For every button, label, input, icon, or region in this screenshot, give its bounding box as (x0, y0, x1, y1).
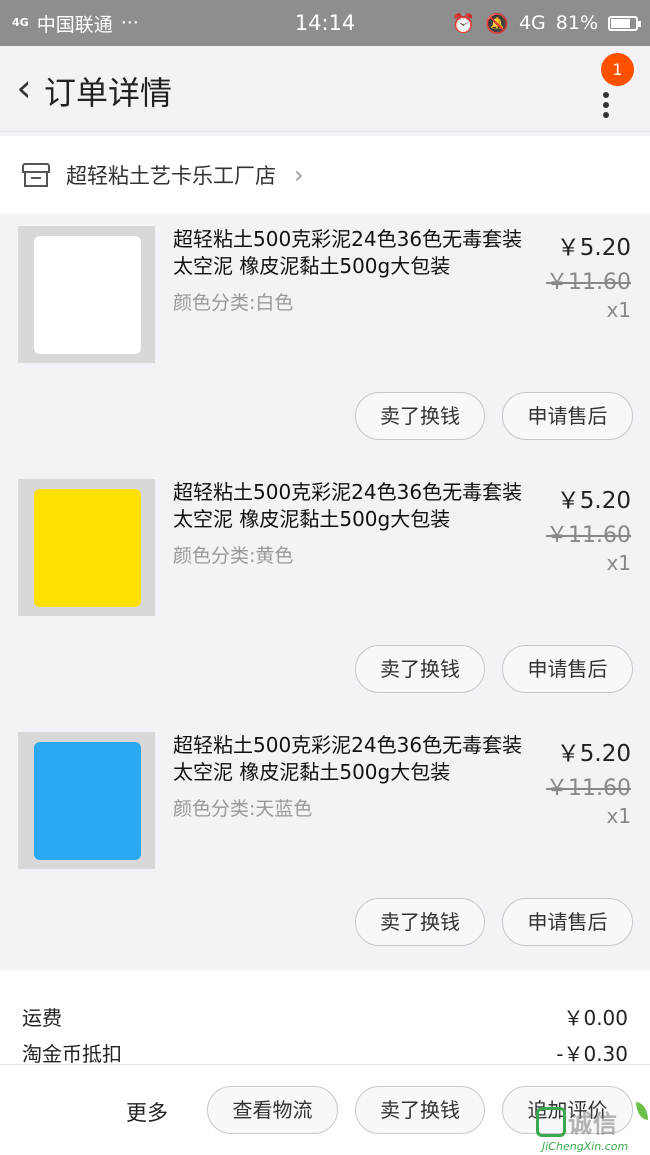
notification-badge: 1 (601, 53, 634, 86)
shipping-row: 运费 ￥0.00 (22, 1002, 628, 1031)
coin-label: 淘金币抵扣 (22, 1042, 122, 1066)
carrier-name: 中国联通 (36, 13, 113, 36)
leaf-icon (636, 1102, 648, 1120)
after-sale-button[interactable]: 申请售后 (502, 645, 633, 693)
sell-button[interactable]: 卖了换钱 (355, 392, 485, 440)
product-pack (34, 742, 141, 860)
page-header: ‹ 订单详情 (0, 46, 650, 132)
mute-bell-icon: 🔕 (485, 12, 509, 35)
sell-button[interactable]: 卖了换钱 (355, 1086, 485, 1134)
watermark-text: 诚信 (568, 1110, 618, 1138)
alarm-icon: ⏰ (451, 12, 476, 35)
product-sku: 颜色分类:黄色 (173, 545, 294, 567)
product-title[interactable]: 超轻粘土500克彩泥24色36色无毒套装太空泥 橡皮泥黏土500g大包装 (173, 479, 525, 533)
coin-deduction-row: 淘金币抵扣 -￥0.30 (22, 1038, 628, 1067)
battery-percent: 81% (555, 12, 598, 34)
product-price: ￥5.20 (556, 488, 631, 514)
product-quantity: x1 (606, 551, 631, 575)
chevron-right-icon: › (294, 161, 304, 189)
battery-icon (608, 15, 641, 31)
shop-bar[interactable]: 超轻粘土艺卡乐工厂店 › (0, 136, 650, 214)
product-sku: 颜色分类:白色 (173, 292, 294, 314)
product-price: ￥5.20 (556, 741, 631, 767)
product-sku: 颜色分类:天蓝色 (173, 798, 313, 820)
shipping-value: ￥0.00 (563, 1006, 628, 1030)
product-image[interactable] (18, 226, 155, 363)
more-dots: ··· (120, 12, 139, 34)
back-arrow-icon[interactable]: ‹ (6, 64, 42, 112)
product-original-price: ￥11.60 (546, 523, 631, 548)
shop-icon (22, 163, 50, 187)
order-item: 超轻粘土500克彩泥24色36色无毒套装太空泥 橡皮泥黏土500g大包装 颜色分… (0, 722, 650, 968)
product-pack (34, 236, 141, 354)
network-type: 4G (518, 12, 546, 34)
product-quantity: x1 (606, 804, 631, 828)
order-item: 超轻粘土500克彩泥24色36色无毒套装太空泥 橡皮泥黏土500g大包装 颜色分… (0, 216, 650, 462)
product-title[interactable]: 超轻粘土500克彩泥24色36色无毒套装太空泥 橡皮泥黏土500g大包装 (173, 226, 525, 280)
watermark-logo: 诚信 JiChengXin.com (528, 1100, 650, 1155)
shop-name: 超轻粘土艺卡乐工厂店 (66, 164, 276, 188)
status-bar: 4G 中国联通 ··· 14:14 ⏰ 🔕 4G 81% (0, 0, 650, 46)
product-original-price: ￥11.60 (546, 270, 631, 295)
sell-button[interactable]: 卖了换钱 (355, 898, 485, 946)
order-item: 超轻粘土500克彩泥24色36色无毒套装太空泥 橡皮泥黏土500g大包装 颜色分… (0, 469, 650, 715)
signal-icon: 4G (12, 16, 29, 29)
product-pack (34, 489, 141, 607)
product-quantity: x1 (606, 298, 631, 322)
product-title[interactable]: 超轻粘土500克彩泥24色36色无毒套装太空泥 橡皮泥黏土500g大包装 (173, 732, 525, 786)
logo-box-icon (536, 1106, 566, 1137)
view-logistics-button[interactable]: 查看物流 (207, 1086, 338, 1134)
shipping-label: 运费 (22, 1006, 62, 1030)
sell-button[interactable]: 卖了换钱 (355, 645, 485, 693)
product-price: ￥5.20 (556, 235, 631, 261)
more-button[interactable]: 更多 (126, 1097, 168, 1127)
after-sale-button[interactable]: 申请售后 (502, 392, 633, 440)
watermark-url: JiChengXin.com (542, 1140, 629, 1153)
product-original-price: ￥11.60 (546, 776, 631, 801)
product-image[interactable] (18, 479, 155, 616)
page-title: 订单详情 (44, 74, 173, 112)
product-image[interactable] (18, 732, 155, 869)
order-summary: 运费 ￥0.00 淘金币抵扣 -￥0.30 (0, 970, 650, 1067)
coin-value: -￥0.30 (556, 1042, 628, 1066)
after-sale-button[interactable]: 申请售后 (502, 898, 633, 946)
